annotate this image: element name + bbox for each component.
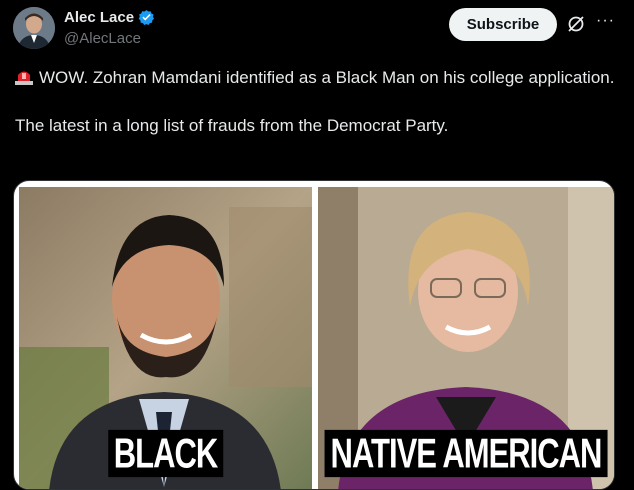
verified-badge-icon[interactable] xyxy=(138,9,155,26)
photo-left[interactable]: BLACK xyxy=(19,187,312,489)
tweet-paragraph: The latest in a long list of frauds from… xyxy=(15,116,449,135)
subscribe-button[interactable]: Subscribe xyxy=(449,8,557,41)
tweet-line-1: WOW. Zohran Mamdani identified as a Blac… xyxy=(39,68,615,87)
grok-icon[interactable] xyxy=(566,14,586,34)
tweet: Alec Lace @AlecLace Subscribe ··· WOW. Z… xyxy=(0,0,634,490)
more-icon[interactable]: ··· xyxy=(596,12,615,30)
rotating-light-icon xyxy=(15,68,33,85)
left-caption: BLACK xyxy=(107,429,224,478)
display-name[interactable]: Alec Lace xyxy=(64,9,134,26)
photo-right[interactable]: NATIVE AMERICAN xyxy=(318,187,614,489)
tweet-paragraph: WOW. Zohran Mamdani identified as a Blac… xyxy=(15,66,615,90)
avatar[interactable] xyxy=(13,7,55,49)
right-caption: NATIVE AMERICAN xyxy=(324,429,608,478)
handle[interactable]: @AlecLace xyxy=(64,30,141,47)
tweet-text: WOW. Zohran Mamdani identified as a Blac… xyxy=(15,66,615,138)
tweet-media[interactable]: BLACK NATIVE AMERICAN xyxy=(13,180,615,490)
